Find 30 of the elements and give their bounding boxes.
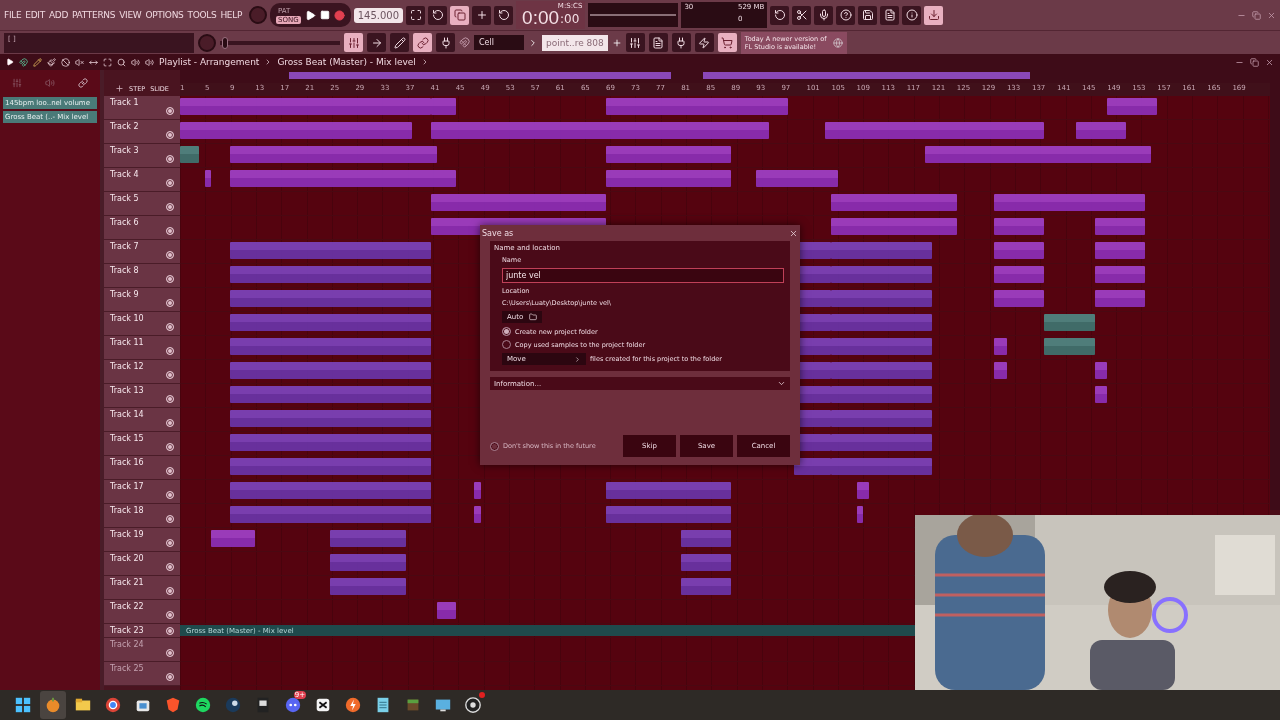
track-name: Track 20 xyxy=(110,554,144,563)
playlist-target: Gross Beat (Master) - Mix level xyxy=(277,57,416,67)
track-name: Track 6 xyxy=(110,218,139,227)
track-name: Track 22 xyxy=(110,602,144,611)
track-name: Track 24 xyxy=(110,640,144,649)
track-name: Track 21 xyxy=(110,578,144,587)
track-name: Track 14 xyxy=(110,410,144,419)
track-name: Track 19 xyxy=(110,530,144,539)
track-name: Track 18 xyxy=(110,506,144,515)
dialog-title: Save as xyxy=(482,228,514,238)
track-name: Track 3 xyxy=(110,146,139,155)
track-name: Track 17 xyxy=(110,482,144,491)
track-name: Track 16 xyxy=(110,458,144,467)
track-name: Track 23 xyxy=(110,626,144,635)
playlist-title: Playlist - Arrangement xyxy=(159,57,260,67)
time-sub: :00 xyxy=(560,12,580,26)
track-name: Track 9 xyxy=(110,290,139,299)
track-name: Track 13 xyxy=(110,386,144,395)
track-name: Track 7 xyxy=(110,242,139,251)
track-name: Track 8 xyxy=(110,266,139,275)
track-name: Track 5 xyxy=(110,194,139,203)
track-name: Track 2 xyxy=(110,122,139,131)
track-name: Track 4 xyxy=(110,170,139,179)
track-name: Track 12 xyxy=(110,362,144,371)
track-name: Track 11 xyxy=(110,338,144,347)
track-name: Track 10 xyxy=(110,314,144,323)
track-name: Track 1 xyxy=(110,98,139,107)
track-name: Track 25 xyxy=(110,664,144,673)
time-main: 0:00 xyxy=(522,7,560,29)
track-name: Track 15 xyxy=(110,434,144,443)
